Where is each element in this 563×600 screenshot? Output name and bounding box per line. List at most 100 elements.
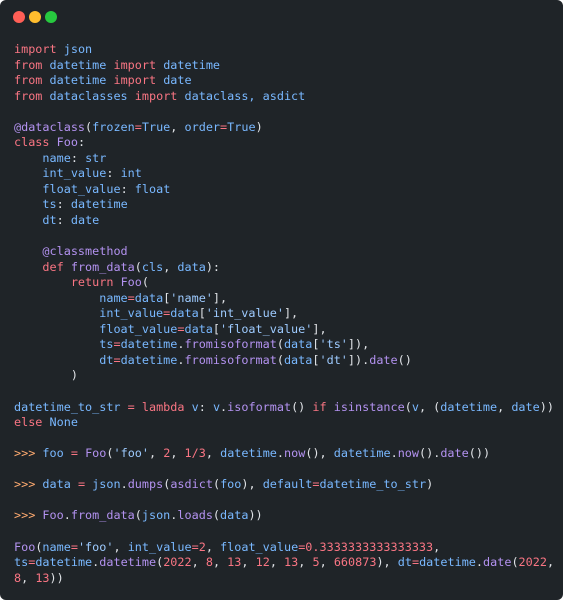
code-token: , <box>269 555 285 570</box>
code-token: ]), <box>347 337 370 352</box>
code-token: 13 <box>284 555 299 570</box>
code-token: : <box>70 150 86 165</box>
code-token: from_data <box>70 259 135 274</box>
code-token: 'ts' <box>319 337 348 352</box>
code-token: def <box>42 259 64 274</box>
code-token: . <box>475 555 484 570</box>
close-button[interactable] <box>13 11 25 23</box>
code-token: import <box>14 42 57 56</box>
code-token: dt <box>42 213 57 228</box>
code-line: >>> foo = Foo('foo', 2, 1/3, datetime.no… <box>14 446 559 462</box>
code-token: , <box>170 446 185 461</box>
code-token: Foo <box>85 446 107 461</box>
code-token: . <box>63 508 71 523</box>
code-token: , <box>241 555 256 570</box>
code-token: data <box>42 477 71 492</box>
code-line: int_value: int <box>14 166 559 182</box>
code-token: , <box>212 555 228 570</box>
code-line: >>> Foo.from_data(json.loads(data)) <box>14 508 559 524</box>
code-token: data <box>170 306 199 321</box>
code-token: , <box>205 446 221 461</box>
code-line: name: str <box>14 151 559 167</box>
code-token: ( <box>141 275 149 290</box>
code-token: float_value <box>220 539 299 554</box>
code-token: float_value <box>42 181 121 196</box>
code-token: , <box>149 446 164 461</box>
code-token: >>> <box>14 508 36 523</box>
code-token: ts <box>14 555 29 570</box>
code-token: . <box>390 446 398 461</box>
code-line: from dataclasses import dataclass, asdic… <box>14 89 559 105</box>
code-token: ), <box>376 555 398 570</box>
code-token: , <box>191 555 206 570</box>
code-token: name <box>42 539 71 554</box>
code-token: 13 <box>227 555 242 570</box>
code-token: datetime <box>419 555 476 570</box>
code-token: None <box>49 415 78 430</box>
code-token: . <box>177 352 185 367</box>
code-token: datetime_to_str <box>14 399 121 414</box>
code-token: ]). <box>347 352 370 367</box>
code-token: / <box>191 446 199 461</box>
maximize-button[interactable] <box>45 11 57 23</box>
code-line: >>> data = json.dumps(asdict(foo), defau… <box>14 477 559 493</box>
code-line: 8, 13)) <box>14 571 559 587</box>
code-token: foo <box>220 477 242 492</box>
code-token: ( <box>212 477 221 492</box>
code-token: 'int_value' <box>205 306 284 321</box>
code-token: = <box>411 555 420 570</box>
code-token: else <box>14 415 43 430</box>
code-token: ], <box>212 290 228 305</box>
code-token: import <box>113 73 157 88</box>
code-token: 12 <box>255 555 270 570</box>
code-token: , <box>497 399 512 414</box>
code-token: : <box>56 197 71 212</box>
code-token: @dataclass <box>14 119 86 134</box>
code-token: @classmethod <box>42 244 128 259</box>
code-token: , <box>298 555 313 570</box>
code-token: data <box>283 352 313 367</box>
code-token: = <box>113 337 121 352</box>
code-token: now <box>284 446 306 461</box>
code-token: , <box>205 539 221 554</box>
code-token: datetime <box>70 197 128 212</box>
code-line: dt=datetime.fromisoformat(data['dt']).da… <box>14 353 559 369</box>
code-token: )) <box>248 508 263 523</box>
code-token: 'foo' <box>113 446 149 461</box>
code-line: float_value: float <box>14 182 559 198</box>
code-token: >>> <box>14 446 36 461</box>
code-token: date <box>70 213 100 228</box>
code-token: datetime <box>120 337 178 352</box>
code-token: 0.3333333333333333 <box>305 539 434 554</box>
code-token: loads <box>177 508 213 523</box>
code-token: = <box>70 539 78 554</box>
code-token: float_value <box>99 321 178 336</box>
code-token: v <box>212 399 221 414</box>
code-token: data <box>283 337 313 352</box>
code-line: @classmethod <box>14 244 559 260</box>
code-token: ): <box>205 259 221 274</box>
code-token: float <box>134 181 171 196</box>
code-token: (), <box>305 446 334 461</box>
code-token: 'float_value' <box>220 321 313 336</box>
code-token: int_value <box>99 306 164 321</box>
minimize-button[interactable] <box>29 11 41 23</box>
code-token: lambda <box>141 399 185 414</box>
code-token: cls <box>141 259 164 274</box>
code-line: dt: date <box>14 213 559 229</box>
